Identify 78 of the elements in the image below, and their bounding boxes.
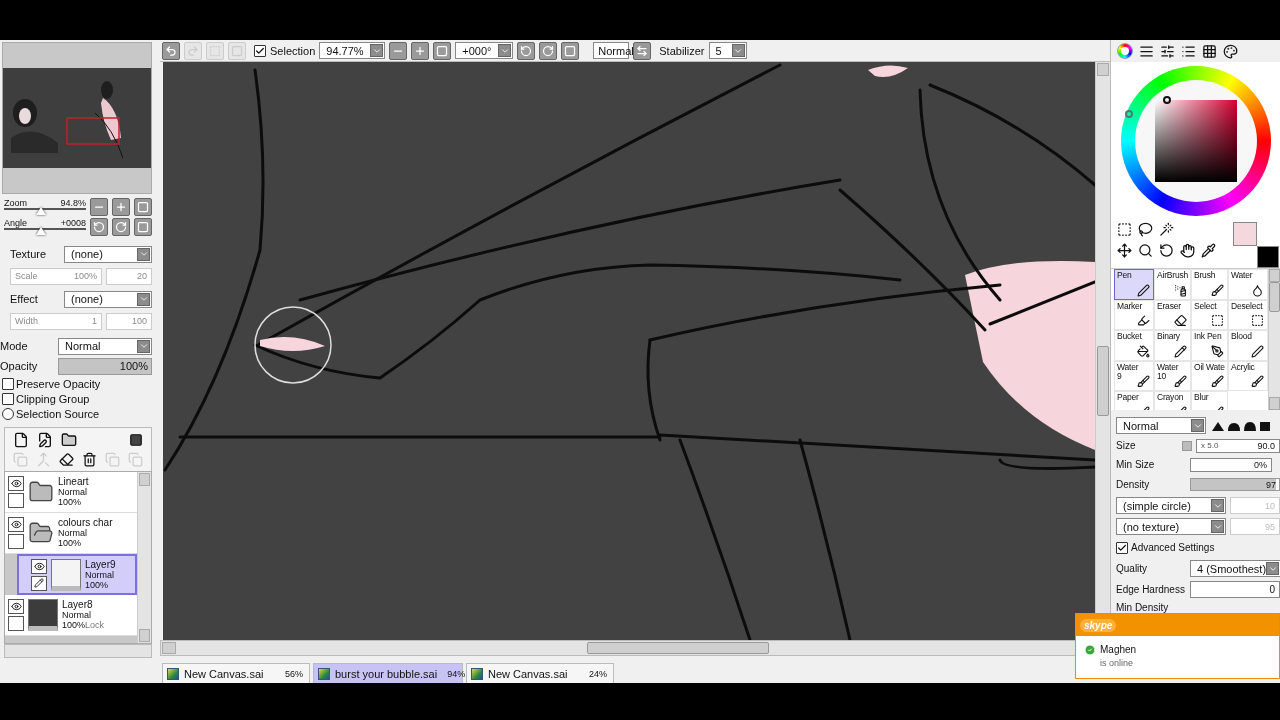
- brush-texture-dropdown[interactable]: (no texture): [1116, 518, 1226, 535]
- brush-slot[interactable]: Water: [1228, 269, 1268, 300]
- quality-dropdown[interactable]: 4 (Smoothest): [1190, 560, 1280, 577]
- layer-opacity: 100%: [62, 620, 86, 630]
- density-value: 97: [1266, 479, 1276, 490]
- layer-opacity: 100%: [85, 579, 109, 590]
- min-size-field[interactable]: 0%: [1190, 457, 1272, 472]
- brush-slot[interactable]: Paper: [1114, 391, 1154, 410]
- brush-shape-dropdown[interactable]: (simple circle): [1116, 497, 1226, 514]
- size-field[interactable]: x 5.0 90.0: [1196, 438, 1280, 453]
- brush-slot[interactable]: Blood: [1228, 330, 1268, 361]
- layer-row[interactable]: Layer8 Normal 100%Lock: [5, 595, 137, 636]
- canvas-tab[interactable]: New Canvas.sai 24%: [466, 663, 614, 683]
- layer-row[interactable]: Layer9 Normal 100%: [17, 554, 137, 595]
- brush-slot[interactable]: Binary: [1154, 330, 1191, 361]
- contact-name: Maghen: [1100, 644, 1137, 655]
- slider-label: Zoom: [4, 198, 27, 208]
- option-label: Selection Source: [16, 407, 100, 420]
- brush-blend-dropdown[interactable]: Normal: [1116, 417, 1206, 434]
- layer-name: Layer9: [85, 559, 116, 570]
- min-density-label: Min Density: [1116, 601, 1170, 613]
- effect-label: Effect: [10, 293, 39, 305]
- edge-hardness-field[interactable]: 0: [1190, 581, 1280, 598]
- layer-row[interactable]: colours char Normal 100%: [5, 513, 137, 554]
- edge-hardness-label: Edge Hardness: [1116, 584, 1186, 595]
- angle-dropdown[interactable]: +000°: [455, 42, 514, 59]
- layer-mode: Normal: [62, 610, 91, 620]
- brush-slot[interactable]: Water 9: [1114, 360, 1154, 391]
- brush-slot[interactable]: Deselect: [1228, 299, 1268, 330]
- quality-label: Quality: [1116, 563, 1149, 574]
- zoom-dropdown[interactable]: 94.77%: [319, 42, 386, 59]
- slider-value: 94.8%: [60, 198, 86, 208]
- layer-opacity: 100%: [58, 538, 82, 548]
- density-label: Density: [1116, 479, 1151, 490]
- brush-slot[interactable]: Ink Pen: [1191, 330, 1228, 361]
- density-slider[interactable]: 97: [1190, 478, 1280, 491]
- texture-label: Texture: [10, 248, 48, 260]
- mode-label: Mode: [0, 340, 29, 352]
- brush-slot[interactable]: Water 10: [1154, 360, 1191, 391]
- brush-slot[interactable]: AirBrush: [1154, 269, 1191, 300]
- brush-slot[interactable]: Marker: [1114, 299, 1154, 330]
- brush-slot[interactable]: Eraser: [1154, 299, 1191, 330]
- stabilizer-label: Stabilizer: [659, 44, 705, 57]
- advanced-settings-label: Advanced Settings: [1131, 542, 1215, 553]
- layer-row[interactable]: Lineart Normal 100%: [5, 472, 137, 513]
- brush-slot[interactable]: Acrylic: [1228, 360, 1268, 391]
- layer-name: Lineart: [58, 477, 89, 487]
- brush-slot[interactable]: Select: [1191, 299, 1228, 330]
- min-size-label: Min Size: [1116, 459, 1156, 470]
- layer-mode: Normal: [58, 487, 88, 497]
- opacity-label: Opacity: [0, 360, 39, 372]
- mode-dropdown[interactable]: Normal: [58, 337, 152, 355]
- stabilizer-dropdown[interactable]: 5: [708, 42, 747, 59]
- size-label: Size: [1116, 440, 1137, 451]
- layer-mode: Normal: [58, 528, 88, 538]
- skype-logo: skype: [1080, 618, 1117, 632]
- canvas-tab[interactable]: burst your bubble.sai 94%: [313, 663, 463, 683]
- option-label: Preserve Opacity: [16, 377, 101, 390]
- opacity-value: 100%: [119, 360, 148, 372]
- notification-popup[interactable]: skype Maghen is online: [1075, 613, 1280, 679]
- brush-slot[interactable]: Blur: [1191, 391, 1228, 410]
- brush-slot[interactable]: Oil Wate: [1191, 360, 1228, 391]
- slider-label: Angle: [4, 218, 28, 228]
- layer-name: colours char: [58, 518, 113, 528]
- selection-label: Selection: [270, 44, 316, 57]
- contact-status: is online: [1100, 658, 1135, 668]
- canvas-tab[interactable]: New Canvas.sai 56%: [162, 663, 310, 683]
- layer-opacity: 100%: [58, 497, 82, 507]
- option-label: Clipping Group: [16, 392, 90, 405]
- brush-slot[interactable]: Brush: [1191, 269, 1228, 300]
- brush-slot[interactable]: Pen: [1114, 269, 1154, 300]
- slider-value: +0008: [60, 218, 86, 228]
- brush-slot[interactable]: Crayon: [1154, 391, 1191, 410]
- opacity-slider[interactable]: 100%: [58, 357, 152, 375]
- layer-mode: Normal: [85, 569, 114, 580]
- lock-label: Lock: [85, 620, 105, 630]
- brush-slot[interactable]: Bucket: [1114, 330, 1154, 361]
- layer-name: Layer8: [62, 600, 94, 610]
